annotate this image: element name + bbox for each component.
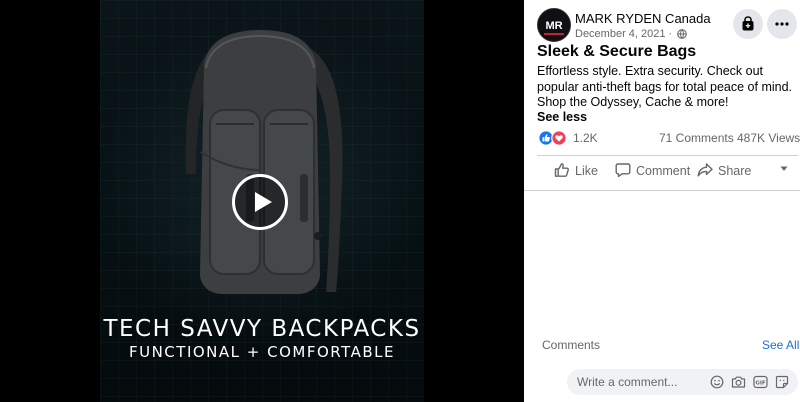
post-sidebar: MR MARK RYDEN Canada December 4, 2021 · … — [524, 0, 800, 402]
camera-icon[interactable] — [731, 375, 746, 389]
speech-bubble-icon — [615, 163, 631, 178]
comment-button[interactable]: Comment — [615, 162, 690, 184]
video-caption-title: TECH SAVVY BACKPACKS — [103, 316, 421, 342]
comment-count-link[interactable]: 71 Comments — [659, 131, 734, 145]
globe-icon — [677, 29, 688, 39]
comment-input[interactable]: Write a comment... GIF — [567, 369, 798, 395]
comment-label: Comment — [636, 164, 691, 178]
svg-text:GIF: GIF — [755, 381, 766, 387]
emoji-icon[interactable] — [710, 375, 724, 389]
avatar-logo-text: MR — [544, 20, 564, 35]
caret-down-icon[interactable] — [780, 166, 788, 172]
ellipsis-icon — [775, 22, 789, 26]
page-avatar[interactable]: MR — [537, 8, 571, 42]
comment-placeholder: Write a comment... — [577, 375, 678, 389]
section-divider — [524, 190, 800, 191]
shopping-bag-icon — [742, 16, 754, 31]
like-button[interactable]: Like — [554, 162, 598, 184]
comments-heading: Comments — [542, 338, 601, 352]
shop-bag-button[interactable] — [733, 9, 763, 39]
thumbs-up-icon — [554, 163, 569, 177]
stats-divider — [537, 155, 798, 156]
play-icon — [255, 192, 272, 212]
play-button[interactable] — [232, 174, 288, 230]
see-less-link[interactable]: See less — [537, 110, 587, 124]
share-arrow-icon — [697, 163, 713, 177]
see-all-link[interactable]: See All — [762, 338, 799, 352]
video-caption-subtitle: FUNCTIONAL + COMFORTABLE — [128, 343, 395, 361]
post-date-text: December 4, 2021 · — [575, 28, 673, 40]
reaction-icons[interactable] — [538, 130, 568, 146]
post-title: Sleek & Secure Bags — [537, 43, 697, 60]
video-player[interactable]: TECH SAVVY BACKPACKS FUNCTIONAL + COMFOR… — [0, 0, 524, 402]
post-body-text: Effortless style. Extra security. Check … — [537, 64, 793, 109]
love-reaction-icon — [551, 130, 567, 146]
share-label: Share — [718, 164, 752, 178]
post-date[interactable]: December 4, 2021 · — [575, 28, 688, 40]
backpack-image — [185, 30, 343, 294]
share-button[interactable]: Share — [697, 162, 751, 184]
like-reaction-icon — [538, 130, 554, 146]
view-count: 487K Views — [737, 131, 800, 145]
sticker-icon[interactable] — [775, 375, 789, 389]
reaction-count[interactable]: 1.2K — [573, 131, 598, 145]
gif-icon[interactable]: GIF — [753, 375, 768, 389]
page-name-link[interactable]: MARK RYDEN Canada — [575, 11, 711, 26]
like-label: Like — [575, 164, 598, 178]
more-options-button[interactable] — [767, 9, 797, 39]
